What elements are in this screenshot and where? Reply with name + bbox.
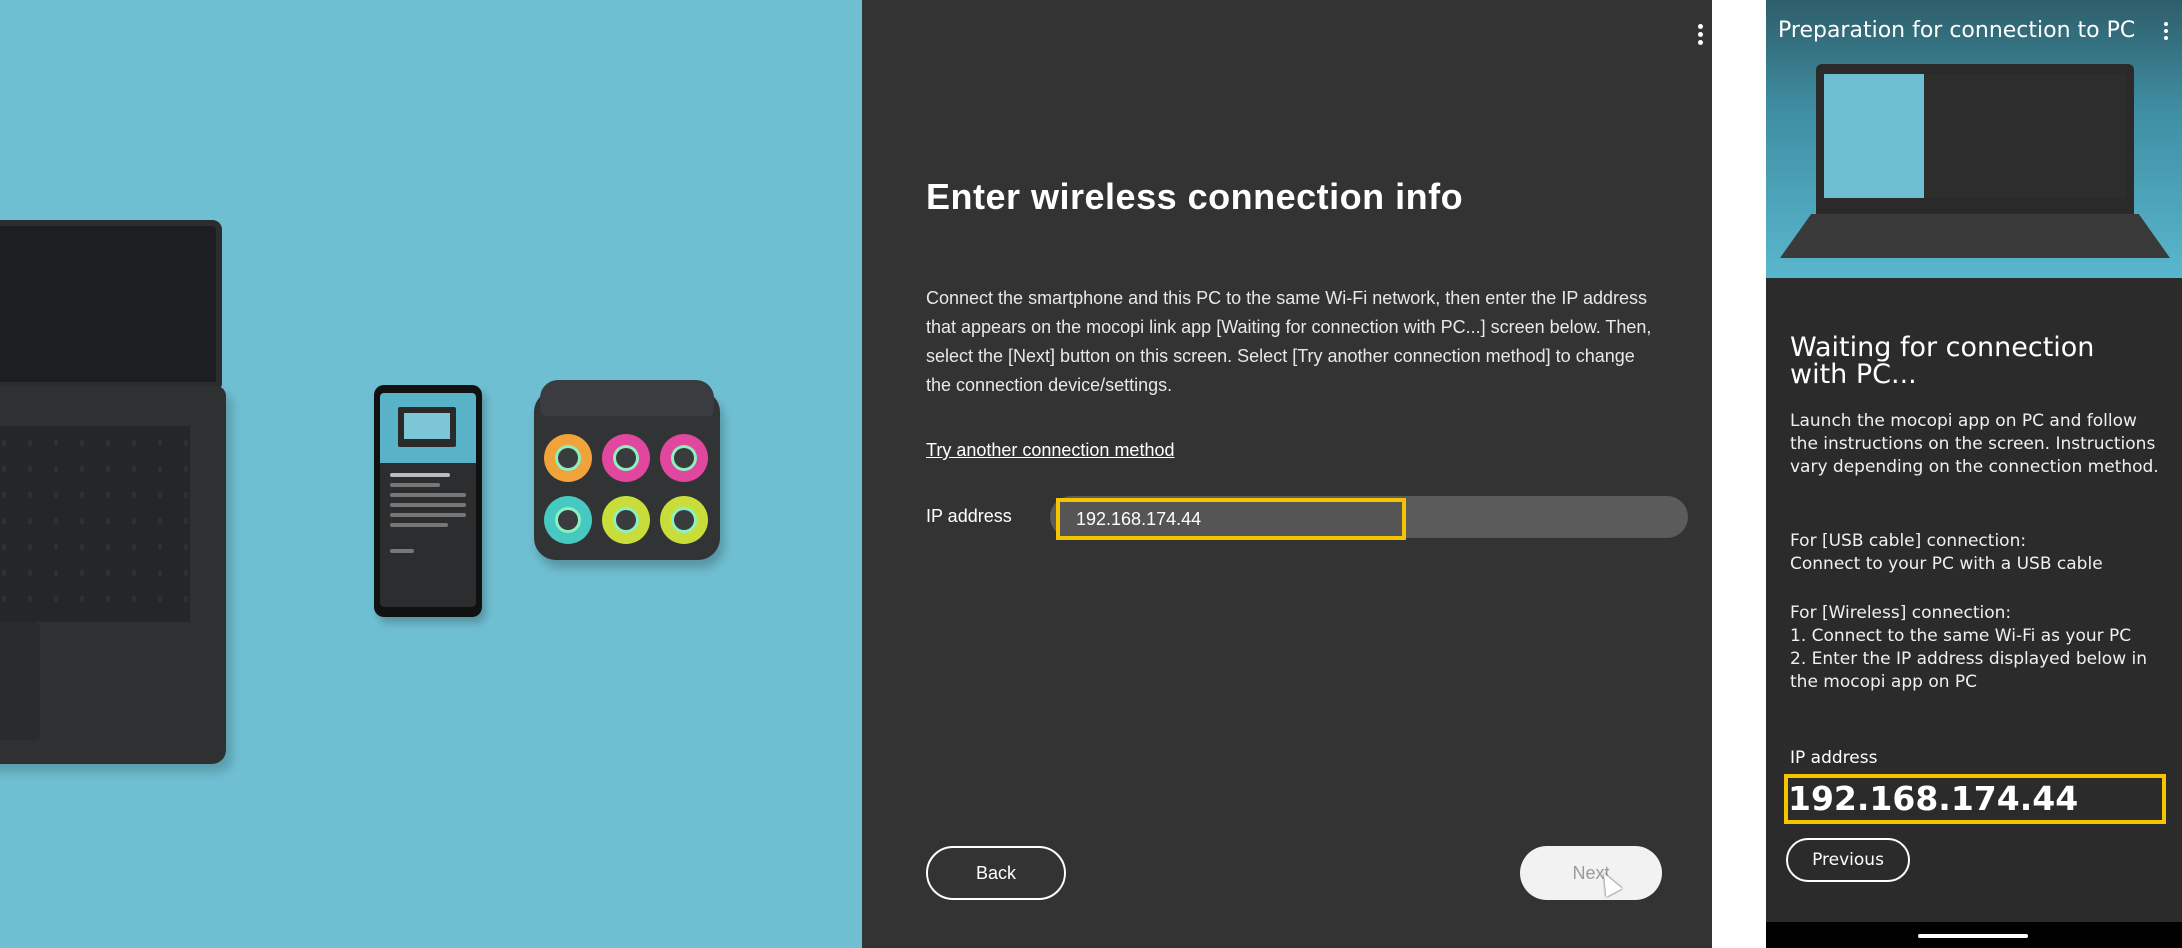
dialog-title: Enter wireless connection info bbox=[926, 176, 1464, 217]
phone-ip-label: IP address bbox=[1790, 748, 1878, 768]
waiting-title: Waiting for connection with PC... bbox=[1790, 332, 2095, 390]
phone-header: Preparation for connection to PC bbox=[1766, 0, 2182, 278]
laptop-illustration-screen bbox=[0, 220, 222, 388]
wireless-section: For [Wireless] connection: 1. Connect to… bbox=[1790, 602, 2166, 694]
wireless-step-2: 2. Enter the IP address displayed below … bbox=[1790, 649, 2148, 692]
more-vert-icon[interactable] bbox=[1698, 24, 1704, 48]
more-vert-icon[interactable] bbox=[2164, 22, 2168, 43]
next-button[interactable]: Next bbox=[1520, 846, 1662, 900]
sensor-ring-3 bbox=[660, 434, 708, 482]
usb-heading: For [USB cable] connection: bbox=[1790, 531, 2027, 551]
phone-app-screen: Preparation for connection to PC Waiting… bbox=[1766, 0, 2182, 948]
instructions-text: Launch the mocopi app on PC and follow t… bbox=[1790, 411, 2159, 477]
laptop-trackpad bbox=[0, 622, 40, 740]
hero-laptop-base bbox=[1780, 214, 2170, 258]
back-button[interactable]: Back bbox=[926, 846, 1066, 900]
sensor-ring-6 bbox=[660, 496, 708, 544]
phone-illustration bbox=[374, 385, 482, 617]
sensor-ring-1 bbox=[544, 434, 592, 482]
sensor-case-lid bbox=[540, 380, 714, 416]
dialog-description: Connect the smartphone and this PC to th… bbox=[926, 288, 1652, 395]
laptop-illustration-base bbox=[0, 386, 226, 764]
phone-ip-value: 192.168.174.44 bbox=[1788, 779, 2079, 818]
laptop-keyboard bbox=[0, 426, 190, 622]
usb-text: Connect to your PC with a USB cable bbox=[1790, 554, 2103, 574]
usb-section: For [USB cable] connection: Connect to y… bbox=[1790, 530, 2166, 576]
ip-address-input[interactable] bbox=[1056, 498, 1406, 540]
hero-laptop-illustration bbox=[1816, 64, 2134, 214]
wireless-step-1: 1. Connect to the same Wi-Fi as your PC bbox=[1790, 626, 2132, 646]
phone-screen-title: Preparation for connection to PC bbox=[1778, 18, 2136, 43]
sensor-case-illustration bbox=[534, 380, 720, 560]
phone-illustration-screen bbox=[380, 393, 476, 607]
try-another-method-link[interactable]: Try another connection method bbox=[926, 440, 1174, 461]
wireless-connection-dialog: Enter wireless connection info Connect t… bbox=[862, 0, 1712, 948]
ip-address-label: IP address bbox=[926, 506, 1012, 526]
home-gesture-handle[interactable] bbox=[1918, 934, 2028, 938]
previous-button[interactable]: Previous bbox=[1786, 838, 1910, 882]
sensor-ring-2 bbox=[602, 434, 650, 482]
sensor-ring-4 bbox=[544, 496, 592, 544]
wireless-heading: For [Wireless] connection: bbox=[1790, 603, 2012, 623]
illustration-panel bbox=[0, 0, 862, 948]
sensor-ring-5 bbox=[602, 496, 650, 544]
